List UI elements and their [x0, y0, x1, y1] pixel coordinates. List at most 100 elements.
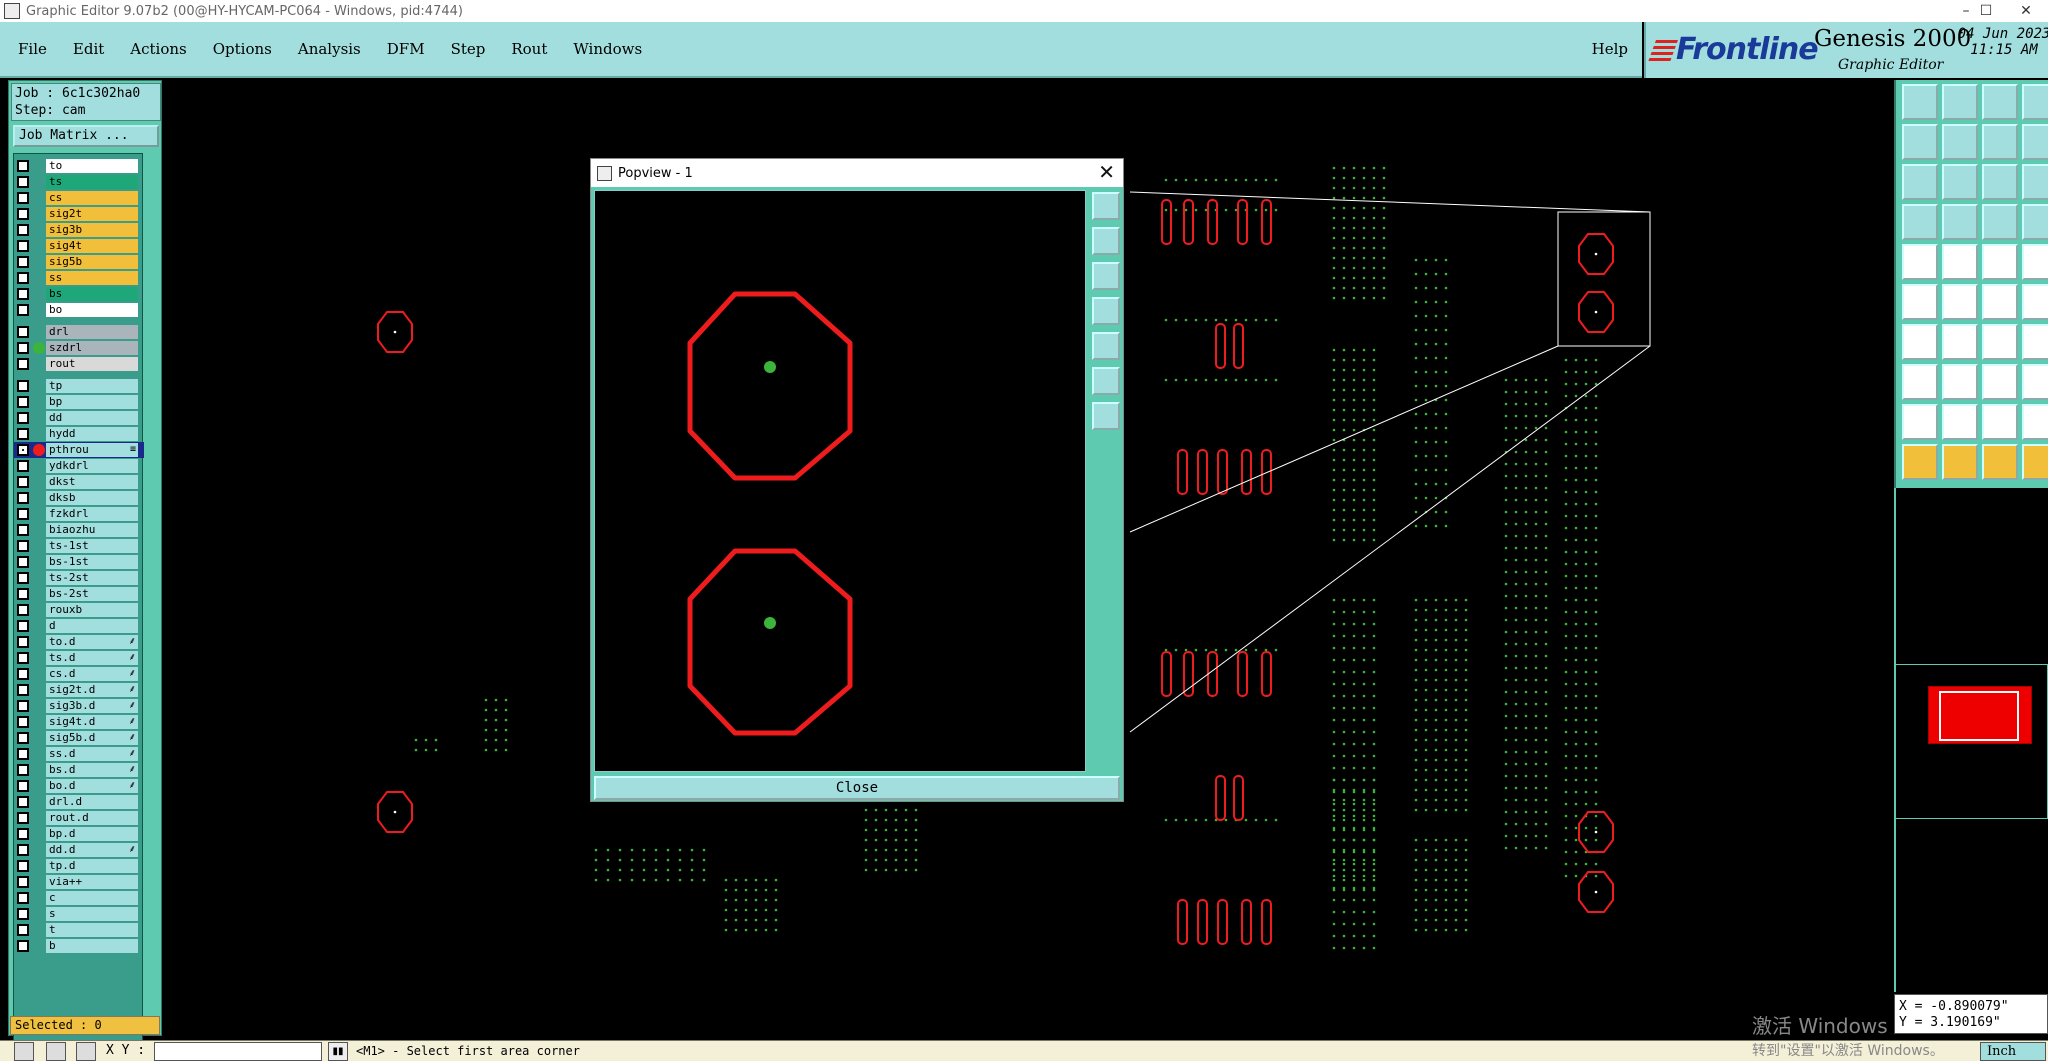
layer-row[interactable]: cs.d ⸙: [14, 666, 144, 682]
layer-checkbox[interactable]: [17, 812, 29, 824]
layer-name[interactable]: bs: [46, 287, 138, 301]
layer-name[interactable]: ss.d ⸙: [46, 747, 138, 761]
layer-name[interactable]: to.d ⸙: [46, 635, 138, 649]
layer-row[interactable]: ts-1st: [14, 538, 144, 554]
box-icon[interactable]: [1982, 364, 2018, 400]
layer-name[interactable]: ts: [46, 175, 138, 189]
layer-checkbox[interactable]: [17, 588, 29, 600]
layer-checkbox[interactable]: [17, 716, 29, 728]
layer-name[interactable]: ts.d ⸙: [46, 651, 138, 665]
move-point-icon[interactable]: [1982, 284, 2018, 320]
layer-row[interactable]: sig4t.d ⸙: [14, 714, 144, 730]
dot-icon[interactable]: [2022, 244, 2048, 280]
menu-step[interactable]: Step: [449, 36, 488, 62]
measure-icon[interactable]: [1902, 204, 1938, 240]
layer-name[interactable]: rout.d: [46, 811, 138, 825]
layer-name[interactable]: dd: [46, 411, 138, 425]
layer-name[interactable]: dksb: [46, 491, 138, 505]
pad-snap-icon[interactable]: [1902, 364, 1938, 400]
layer-row[interactable]: dkst: [14, 474, 144, 490]
layer-row[interactable]: to: [14, 158, 144, 174]
popview-pan-icon[interactable]: [1092, 332, 1120, 360]
layer-checkbox[interactable]: [17, 240, 29, 252]
cluster-icon[interactable]: [2022, 364, 2048, 400]
layer-checkbox[interactable]: [17, 732, 29, 744]
popview-zoom-area-icon[interactable]: [1092, 297, 1120, 325]
layer-row[interactable]: ts.d ⸙: [14, 650, 144, 666]
save-icon[interactable]: [1942, 84, 1978, 120]
menu-actions[interactable]: Actions: [128, 36, 188, 62]
layer-row[interactable]: ydkdrl: [14, 458, 144, 474]
measure-mode-icon[interactable]: [46, 1042, 66, 1061]
net2-icon[interactable]: [2022, 204, 2048, 240]
popview-zoom-home-icon[interactable]: [1092, 192, 1120, 220]
layer-row[interactable]: sig5b: [14, 254, 144, 270]
home-icon[interactable]: [1982, 84, 2018, 120]
layer-row[interactable]: sig2t: [14, 206, 144, 222]
layer-checkbox[interactable]: [17, 780, 29, 792]
layer-checkbox[interactable]: [17, 160, 29, 172]
arc-icon[interactable]: [1982, 324, 2018, 360]
layer-checkbox[interactable]: [17, 208, 29, 220]
arch-b-icon[interactable]: [2022, 404, 2048, 440]
layer-checkbox[interactable]: [17, 492, 29, 504]
layer-name[interactable]: sig5b.d ⸙: [46, 731, 138, 745]
overview-thumbnail[interactable]: [1928, 686, 2032, 744]
layer-checkbox[interactable]: [17, 288, 29, 300]
layer-name[interactable]: bo.d ⸙: [46, 779, 138, 793]
zoom-center-icon[interactable]: [1942, 164, 1978, 200]
window-close-button[interactable]: ✕: [2006, 0, 2046, 22]
zoom-fit-icon[interactable]: [1902, 164, 1938, 200]
menu-analysis[interactable]: Analysis: [296, 36, 363, 62]
net-icon[interactable]: [1982, 204, 2018, 240]
layer-name[interactable]: via++: [46, 875, 138, 889]
layer-name[interactable]: fzkdrl: [46, 507, 138, 521]
units-selector[interactable]: Inch: [1980, 1042, 2046, 1061]
layer-checkbox[interactable]: [17, 556, 29, 568]
arc-point-icon[interactable]: [2022, 284, 2048, 320]
layer-name[interactable]: szdrl: [46, 341, 138, 355]
layer-name[interactable]: ss: [46, 271, 138, 285]
layer-name[interactable]: to: [46, 159, 138, 173]
layer-name[interactable]: sig3b: [46, 223, 138, 237]
layer-name[interactable]: dd.d ⸙: [46, 843, 138, 857]
open-step-icon[interactable]: [1902, 84, 1938, 120]
layer-row[interactable]: dksb: [14, 490, 144, 506]
layer-row[interactable]: rouxb: [14, 602, 144, 618]
layer-checkbox[interactable]: [17, 844, 29, 856]
layer-row[interactable]: drl.d: [14, 794, 144, 810]
pointer-icon[interactable]: [1902, 444, 1938, 480]
select-round-icon[interactable]: [1982, 444, 2018, 480]
layer-name[interactable]: tp.d: [46, 859, 138, 873]
layer-name[interactable]: sig4t.d ⸙: [46, 715, 138, 729]
layer-checkbox[interactable]: [17, 540, 29, 552]
help-icon[interactable]: [2022, 164, 2048, 200]
layer-row[interactable]: to.d ⸙: [14, 634, 144, 650]
layer-name[interactable]: d: [46, 619, 138, 633]
layer-row[interactable]: szdrl: [14, 340, 144, 356]
layer-row[interactable]: drl: [14, 324, 144, 340]
layer-row[interactable]: sig3b: [14, 222, 144, 238]
layer-checkbox[interactable]: [17, 524, 29, 536]
layer-row[interactable]: b: [14, 938, 144, 954]
layer-name[interactable]: c: [46, 891, 138, 905]
layer-name[interactable]: bo: [46, 303, 138, 317]
layer-name[interactable]: t: [46, 923, 138, 937]
layer-name[interactable]: cs.d ⸙: [46, 667, 138, 681]
layer-checkbox[interactable]: [17, 940, 29, 952]
layer-name[interactable]: sig3b.d ⸙: [46, 699, 138, 713]
dash-icon[interactable]: [1942, 364, 1978, 400]
popview-zoom-out-icon[interactable]: [1092, 262, 1120, 290]
layer-checkbox[interactable]: [17, 444, 29, 456]
menu-edit[interactable]: Edit: [71, 36, 106, 62]
layer-name[interactable]: sig2t: [46, 207, 138, 221]
layer-row[interactable]: d: [14, 618, 144, 634]
select-mode-icon[interactable]: [14, 1042, 34, 1061]
layer-row[interactable]: dd.d ⸙: [14, 842, 144, 858]
layer-name[interactable]: dkst: [46, 475, 138, 489]
triangle-icon[interactable]: [1902, 404, 1938, 440]
layer-row[interactable]: tp.d: [14, 858, 144, 874]
layer-checkbox[interactable]: [17, 748, 29, 760]
layer-checkbox[interactable]: [17, 380, 29, 392]
layer-row[interactable]: via++: [14, 874, 144, 890]
